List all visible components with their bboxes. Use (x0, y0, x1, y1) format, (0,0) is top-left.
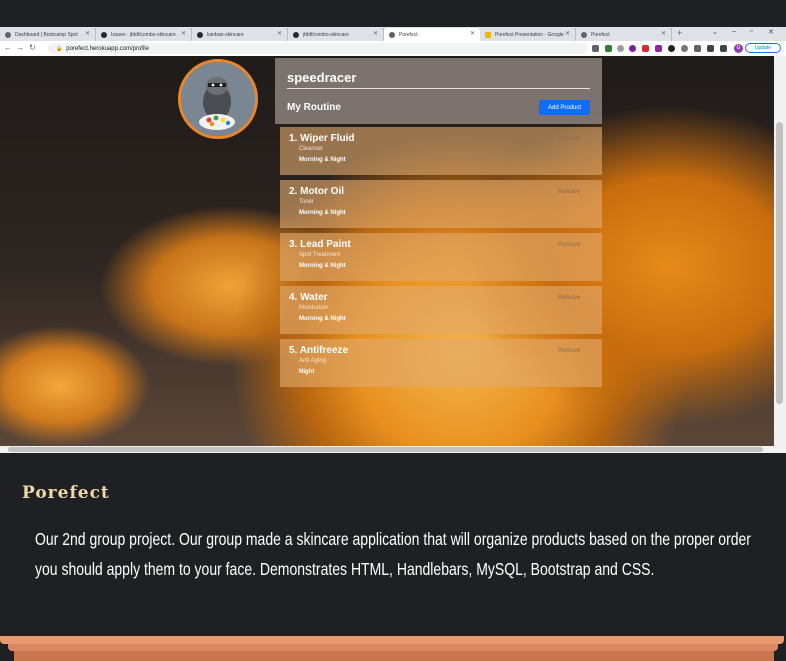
profile-header: speedracer My Routine Add Product (275, 58, 602, 124)
close-window-icon[interactable]: ✕ (768, 28, 774, 36)
extension-icon[interactable] (655, 45, 662, 52)
tab-label: Dashboard | Bootcamp Spot (15, 31, 78, 38)
product-type: Moisturizer (299, 305, 329, 311)
shield-icon[interactable] (605, 45, 612, 52)
routine-heading: My Routine (287, 102, 341, 113)
product-type: Spot Treatment (299, 252, 341, 258)
update-button[interactable]: Update (745, 43, 781, 53)
browser-toolbar: ← → ↻ 🔒 porefect.herokuapp.com/profile G… (0, 41, 786, 56)
tab-repo[interactable]: jtttdl/combo-skincare ✕ (288, 28, 384, 41)
tab-porefect[interactable]: Porefect ✕ (576, 28, 672, 41)
avatar (178, 59, 258, 139)
tab-label: kanban-skincare (207, 31, 244, 38)
product-time: Morning & Night (299, 157, 346, 163)
remove-button[interactable]: Remove (558, 242, 580, 248)
globe-icon (5, 31, 11, 38)
tab-label: Issues · jtttdl/combo-skincare (111, 31, 176, 38)
page-viewport: speedracer My Routine Add Product 1. Wip… (0, 56, 774, 446)
product-card: 5. Antifreeze Anti Aging Night Remove (280, 339, 602, 387)
maximize-icon[interactable]: ▫ (750, 28, 752, 35)
cast-icon[interactable] (592, 45, 599, 52)
project-description: Our 2nd group project. Our group made a … (35, 529, 751, 579)
address-bar[interactable]: 🔒 porefect.herokuapp.com/profile (48, 43, 588, 54)
tab-porefect-active[interactable]: Porefect ✕ (384, 28, 480, 41)
close-icon[interactable]: ✕ (181, 30, 186, 37)
puzzle-icon[interactable] (707, 45, 714, 52)
vertical-scrollbar-thumb[interactable] (776, 122, 783, 404)
tab-label: jtttdl/combo-skincare (303, 31, 349, 38)
product-type: Anti Aging (299, 358, 327, 364)
github-icon (101, 31, 107, 38)
github-icon (293, 31, 299, 38)
back-icon[interactable]: ← (4, 43, 12, 52)
raccoon-image (181, 62, 255, 136)
product-card: 3. Lead Paint Spot Treatment Morning & N… (280, 233, 602, 281)
tab-issues[interactable]: Issues · jtttdl/combo-skincare ✕ (96, 28, 192, 41)
tab-presentation[interactable]: Porefect Presentation - Google ✕ (480, 28, 576, 41)
extension-icon[interactable] (642, 45, 649, 52)
profile-avatar[interactable]: G (734, 44, 743, 53)
url-text: porefect.herokuapp.com/profile (66, 45, 149, 52)
close-icon[interactable]: ✕ (565, 30, 570, 37)
product-time: Morning & Night (299, 316, 346, 322)
extension-icon[interactable] (681, 45, 688, 52)
product-time: Morning & Night (299, 263, 346, 269)
tab-label: Porefect (591, 31, 610, 38)
minimize-icon[interactable]: – (732, 28, 736, 35)
tab-label: Porefect Presentation - Google (495, 31, 564, 38)
card-edge-decoration (8, 644, 778, 651)
product-time: Night (299, 369, 315, 375)
github-icon (197, 31, 203, 38)
close-icon[interactable]: ✕ (373, 30, 378, 37)
remove-button[interactable]: Remove (558, 348, 580, 354)
slides-icon (485, 31, 491, 38)
globe-icon (389, 31, 395, 38)
add-product-button[interactable]: Add Product (539, 100, 590, 115)
new-tab-icon[interactable]: + (677, 28, 682, 38)
close-icon[interactable]: ✕ (277, 30, 282, 37)
top-background (0, 0, 786, 27)
tab-search-icon[interactable]: ⌄ (712, 28, 718, 36)
extension-icon[interactable] (629, 45, 636, 52)
tab-kanban[interactable]: kanban-skincare ✕ (192, 28, 288, 41)
product-name: 3. Lead Paint (289, 239, 351, 250)
product-name: 4. Water (289, 292, 328, 303)
extension-icon[interactable] (617, 45, 624, 52)
product-card: 1. Wiper Fluid Cleanser Morning & Night … (280, 127, 602, 175)
product-card: 4. Water Moisturizer Morning & Night Rem… (280, 286, 602, 334)
forward-icon[interactable]: → (16, 43, 24, 52)
remove-button[interactable]: Remove (558, 295, 580, 301)
close-icon[interactable]: ✕ (661, 30, 666, 37)
product-time: Morning & Night (299, 210, 346, 216)
tab-label: Porefect (399, 31, 418, 38)
username: speedracer (287, 70, 357, 85)
close-icon[interactable]: ✕ (85, 30, 90, 37)
product-name: 2. Motor Oil (289, 186, 344, 197)
tab-dashboard[interactable]: Dashboard | Bootcamp Spot ✕ (0, 28, 96, 41)
extension-icon[interactable] (668, 45, 675, 52)
lock-icon: 🔒 (56, 45, 63, 52)
project-title: Porefect (22, 483, 110, 503)
product-name: 1. Wiper Fluid (289, 133, 355, 144)
product-name: 5. Antifreeze (289, 345, 349, 356)
tab-bar: Dashboard | Bootcamp Spot ✕ Issues · jtt… (0, 27, 786, 41)
card-edge-decoration (14, 651, 774, 661)
product-card: 2. Motor Oil Toner Morning & Night Remov… (280, 180, 602, 228)
extension-icon[interactable] (694, 45, 701, 52)
product-type: Toner (299, 199, 315, 205)
close-icon[interactable]: ✕ (470, 30, 475, 37)
globe-icon (581, 31, 587, 38)
reload-icon[interactable]: ↻ (29, 43, 36, 52)
remove-button[interactable]: Remove (558, 136, 580, 142)
card-edge-decoration (0, 636, 784, 644)
product-type: Cleanser (299, 146, 324, 152)
divider (287, 88, 590, 89)
horizontal-scrollbar-thumb[interactable] (8, 447, 763, 452)
sidebar-icon[interactable] (720, 45, 727, 52)
remove-button[interactable]: Remove (558, 189, 580, 195)
